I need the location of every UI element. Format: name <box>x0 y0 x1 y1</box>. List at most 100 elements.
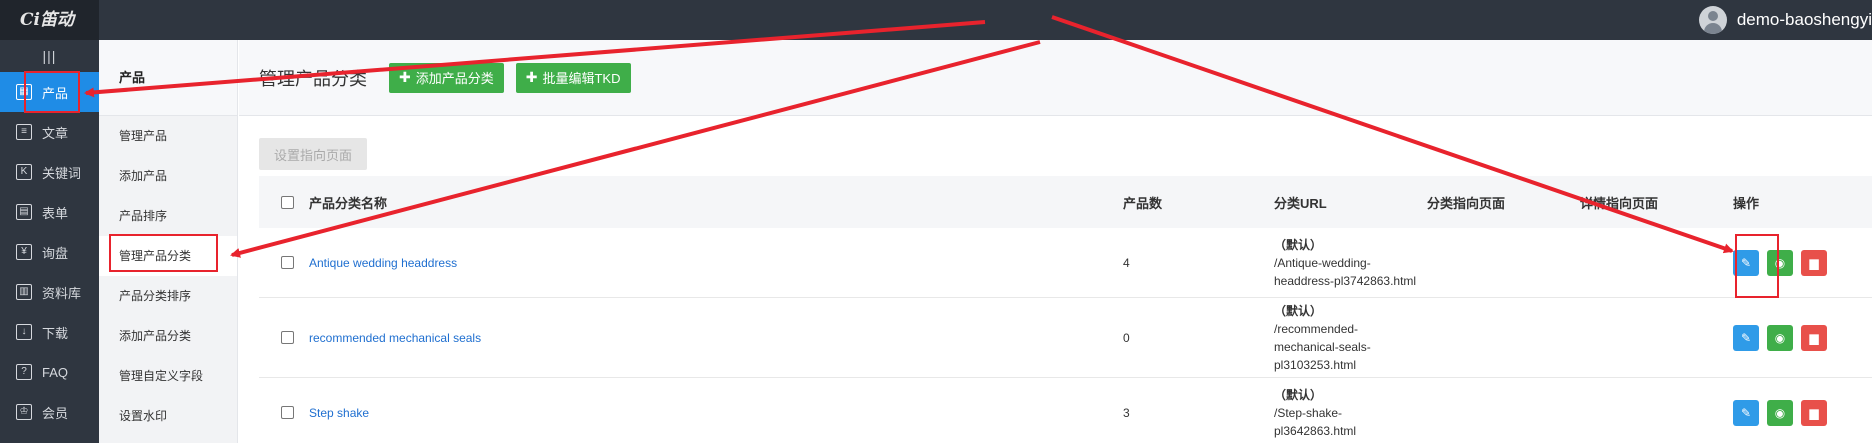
add-category-button[interactable]: ✚ 添加产品分类 <box>389 62 504 93</box>
delete-button[interactable]: ▆ <box>1801 324 1827 351</box>
submenu-item-4[interactable]: 产品分类排序 <box>99 276 237 316</box>
url-line: pl3103253.html <box>1274 357 1357 372</box>
nav-item-label: 表单 <box>42 205 69 221</box>
view-button[interactable]: ◉ <box>1767 324 1793 351</box>
highlight-manage-category <box>109 234 218 272</box>
nav-item-6[interactable]: ↓ 下载 <box>0 312 99 352</box>
nav-item-3[interactable]: ▤ 表单 <box>0 192 99 232</box>
edit-icon: ✎ <box>1740 330 1752 345</box>
category-name-link[interactable]: Antique wedding headdress <box>309 256 457 270</box>
row-checkbox[interactable] <box>280 331 294 344</box>
product-count: 4 <box>1123 255 1130 270</box>
row-actions: ✎ ◉ ▆ <box>1733 324 1872 351</box>
nav-item-label: 资料库 <box>42 285 82 301</box>
trash-icon: ▆ <box>1809 330 1819 345</box>
batch-edit-tkd-label: 批量编辑TKD <box>542 71 621 86</box>
trash-icon: ▆ <box>1809 255 1819 270</box>
plus-icon: ✚ <box>399 69 411 85</box>
nav-item-7[interactable]: ? FAQ <box>0 352 99 392</box>
logo[interactable]: Ci笛动 <box>0 0 99 40</box>
document-icon: ≡ <box>16 124 32 140</box>
category-url: （默认） /recommended-mechanical-seals-pl3103… <box>1274 302 1427 374</box>
url-default-tag: （默认） <box>1274 387 1323 402</box>
table-row: recommended mechanical seals 0 （默认） /recomm… <box>259 298 1872 378</box>
download-icon: ↓ <box>16 324 32 340</box>
view-button[interactable]: ◉ <box>1767 399 1793 426</box>
submenu-item-5[interactable]: 添加产品分类 <box>99 316 237 356</box>
category-url: （默认） /Antique-wedding-headdress-pl3742863… <box>1274 236 1427 290</box>
keyword-icon: K <box>16 164 32 180</box>
url-line: mechanical-seals- <box>1274 339 1371 354</box>
nav-item-2[interactable]: K 关键词 <box>0 152 99 192</box>
url-line: /Step-shake- <box>1274 405 1343 420</box>
nav-item-label: 下载 <box>42 325 69 341</box>
nav-item-8[interactable]: ♔ 会员 <box>0 392 99 432</box>
question-icon: ? <box>16 364 32 380</box>
nav-item-4[interactable]: ¥ 询盘 <box>0 232 99 272</box>
product-count: 0 <box>1123 330 1130 345</box>
library-icon: ▥ <box>16 284 32 300</box>
url-default-tag: （默认） <box>1274 303 1323 318</box>
set-target-page-button[interactable]: 设置指向页面 <box>259 138 368 170</box>
inquiry-icon: ¥ <box>16 244 32 260</box>
col-count-header[interactable]: 产品数 <box>1123 193 1274 212</box>
select-all-checkbox[interactable] <box>280 195 294 209</box>
url-line: /Antique-wedding- <box>1274 255 1371 270</box>
col-ops-header: 操作 <box>1733 195 1760 211</box>
submenu-item-7[interactable]: 设置水印 <box>99 396 237 436</box>
product-count: 3 <box>1123 405 1130 420</box>
col-url-header: 分类URL <box>1274 195 1327 211</box>
nav-item-5[interactable]: ▥ 资料库 <box>0 272 99 312</box>
row-actions: ✎ ◉ ▆ <box>1733 399 1872 426</box>
nav-toggle-button[interactable]: ||| <box>0 40 99 72</box>
submenu-item-1[interactable]: 添加产品 <box>99 156 237 196</box>
url-default-tag: （默认） <box>1274 237 1323 252</box>
batch-edit-tkd-button[interactable]: ✚ 批量编辑TKD <box>515 62 631 93</box>
eye-icon: ◉ <box>1774 405 1786 420</box>
highlight-edit-button <box>1735 234 1779 298</box>
col-detail-header: 详情指向页面 <box>1580 195 1659 211</box>
category-table: 产品分类名称 产品数 分类URL 分类指向页面 详情指向页面 操作 Antiqu… <box>259 176 1872 443</box>
eye-icon: ◉ <box>1774 330 1786 345</box>
row-checkbox[interactable] <box>280 406 294 419</box>
delete-button[interactable]: ▆ <box>1801 399 1827 426</box>
nav-item-label: 关键词 <box>42 165 82 181</box>
submenu-item-2[interactable]: 产品排序 <box>99 196 237 236</box>
edit-button[interactable]: ✎ <box>1733 399 1759 426</box>
avatar[interactable] <box>1698 6 1727 34</box>
nav-item-label: 会员 <box>42 405 69 421</box>
category-url: （默认） /Step-shake-pl3642863.html <box>1274 386 1427 440</box>
category-name-link[interactable]: Step shake <box>309 406 369 420</box>
url-line: /recommended- <box>1274 321 1359 336</box>
edit-button[interactable]: ✎ <box>1733 324 1759 351</box>
nav-item-1[interactable]: ≡ 文章 <box>0 112 99 152</box>
col-page-header: 分类指向页面 <box>1427 195 1506 211</box>
table-row: Step shake 3 （默认） /Step-shake-pl3642863.htm… <box>259 378 1872 443</box>
submenu-item-0[interactable]: 管理产品 <box>99 116 237 156</box>
table-header: 产品分类名称 产品数 分类URL 分类指向页面 详情指向页面 操作 <box>259 176 1872 228</box>
plus-icon: ✚ <box>525 69 538 85</box>
submenu-item-6[interactable]: 管理自定义字段 <box>99 356 237 396</box>
url-line: headdress-pl3742863.html <box>1274 273 1417 288</box>
user-menu[interactable]: demo-baoshengyi <box>1698 0 1872 40</box>
nav-item-label: 文章 <box>42 125 69 141</box>
username[interactable]: demo-baoshengyi <box>1737 10 1872 30</box>
trash-icon: ▆ <box>1809 405 1819 420</box>
highlight-product-nav <box>24 71 80 113</box>
add-category-label: 添加产品分类 <box>415 71 494 86</box>
delete-button[interactable]: ▆ <box>1801 249 1827 276</box>
category-name-link[interactable]: recommended mechanical seals <box>309 331 481 345</box>
url-line: pl3642863.html <box>1274 423 1357 438</box>
nav-item-label: 询盘 <box>42 245 69 261</box>
submenu-title: 产品 <box>99 40 237 116</box>
table-row: Antique wedding headdress 4 （默认） /Antique-w… <box>259 228 1872 298</box>
nav-item-label: FAQ <box>42 364 69 380</box>
edit-icon: ✎ <box>1740 405 1752 420</box>
col-name-header[interactable]: 产品分类名称 <box>301 193 1123 212</box>
row-checkbox[interactable] <box>280 256 294 269</box>
top-bar: Ci笛动 demo-baoshengyi <box>0 0 1872 40</box>
page-title: 管理产品分类 <box>259 68 367 89</box>
page-header: 管理产品分类 ✚ 添加产品分类 ✚ 批量编辑TKD <box>239 40 1872 116</box>
clipboard-icon: ▤ <box>16 204 32 220</box>
crown-icon: ♔ <box>16 404 32 420</box>
